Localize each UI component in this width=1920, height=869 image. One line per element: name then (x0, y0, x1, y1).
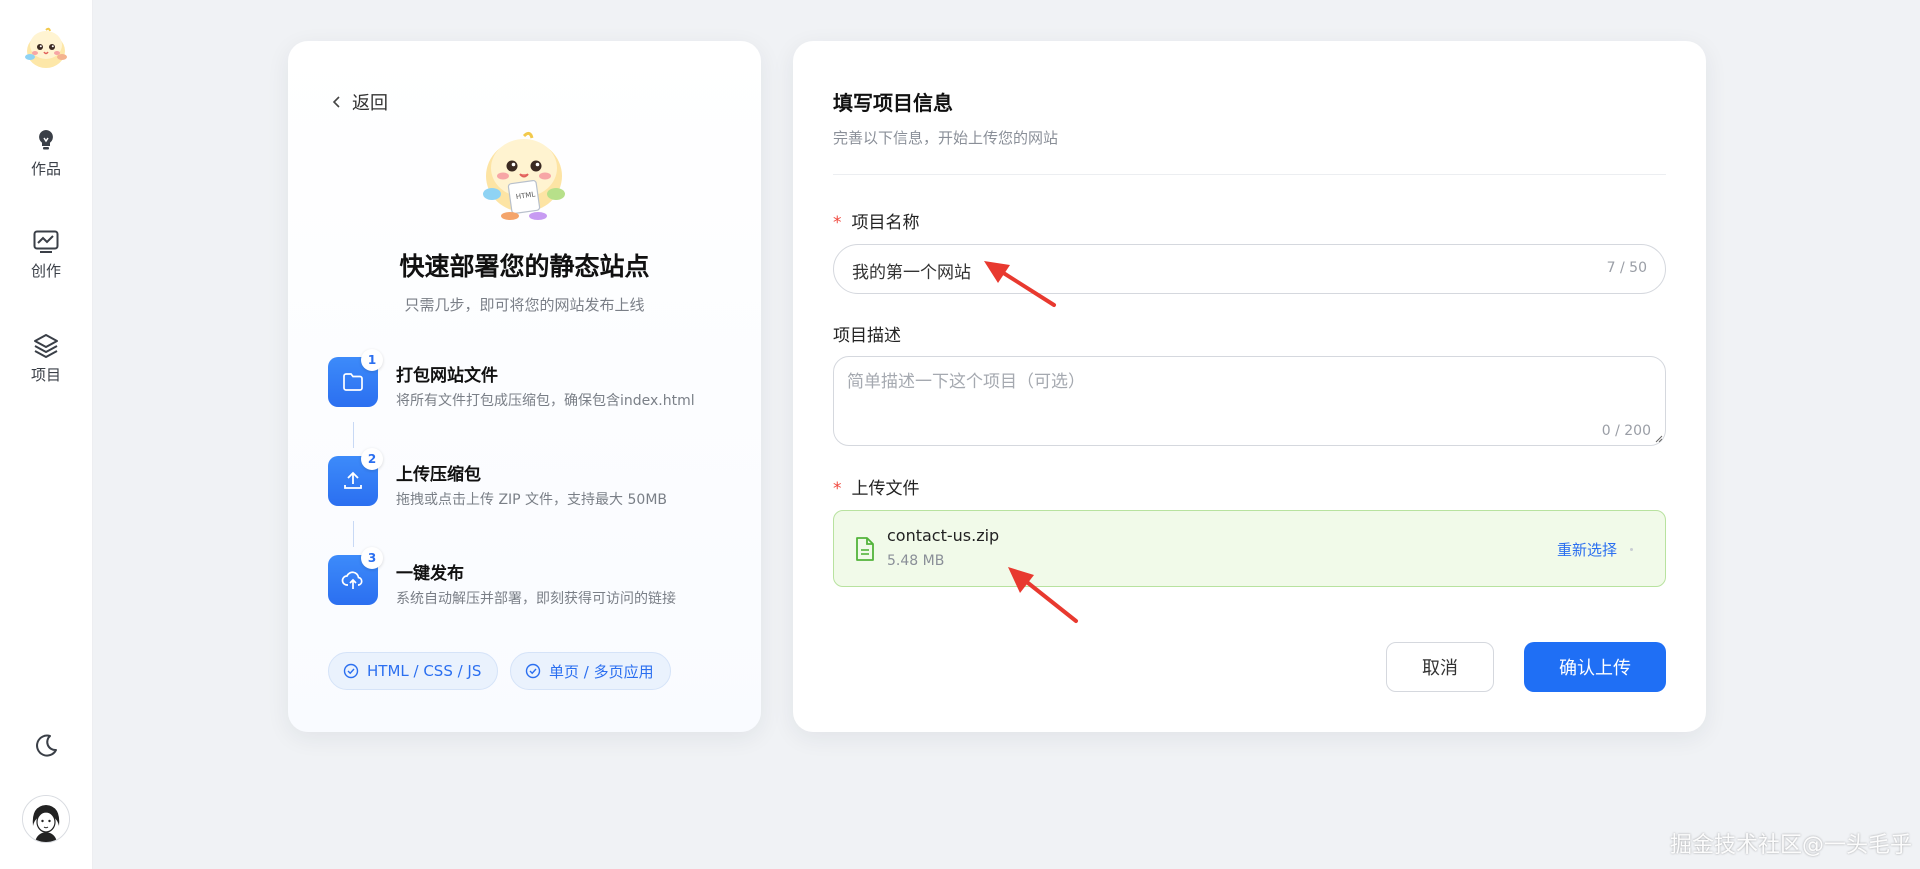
moon-icon[interactable] (33, 733, 59, 759)
step-title: 上传压缩包 (396, 465, 481, 485)
step-3: 3 一键发布 系统自动解压并部署，即刻获得可访问的链接 (328, 547, 748, 615)
annotation-arrow-icon (1008, 567, 1078, 623)
check-circle-icon (343, 663, 359, 679)
project-form-card: 填写项目信息 完善以下信息，开始上传您的网站 * 项目名称 我的第一个网站 7 /… (793, 41, 1706, 732)
description-placeholder: 简单描述一下这个项目（可选） (847, 372, 1085, 392)
sidebar-item-label: 创作 (30, 262, 61, 280)
file-document-icon (856, 537, 874, 561)
divider (833, 174, 1666, 175)
feature-tag: 单页 / 多页应用 (510, 652, 671, 690)
intro-subtitle: 只需几步，即可将您的网站发布上线 (404, 296, 645, 314)
avatar[interactable] (22, 795, 70, 843)
confirm-upload-button[interactable]: 确认上传 (1524, 642, 1666, 692)
sidebar-item-works[interactable]: 作品 (0, 118, 92, 188)
intro-card: 返回 HTML 快速部署您的静态站点 只需几步，即可将您的网站发布上线 1 打包… (288, 41, 761, 732)
feature-tag-label: HTML / CSS / JS (367, 662, 482, 680)
step-number: 3 (361, 547, 383, 569)
layers-icon (33, 333, 59, 359)
feature-tag-label: 单页 / 多页应用 (549, 662, 654, 681)
form-title: 填写项目信息 (833, 91, 953, 115)
watermark: 掘金技术社区@一头毛乎 (1669, 833, 1912, 858)
back-button[interactable]: 返回 (330, 89, 388, 115)
form-subtitle: 完善以下信息，开始上传您的网站 (833, 129, 1059, 147)
logo-mascot[interactable] (22, 24, 70, 72)
annotation-arrow-icon (984, 261, 1056, 307)
description-counter: 0 / 200 (1601, 423, 1651, 439)
file-name: contact-us.zip (887, 526, 1000, 545)
step-number: 1 (361, 349, 383, 371)
step-1: 1 打包网站文件 将所有文件打包成压缩包，确保包含index.html (328, 349, 748, 417)
sidebar: 作品 创作 项目 (0, 0, 93, 869)
mascot-illustration: HTML (476, 126, 572, 222)
reselect-file-button[interactable]: 重新选择 (1557, 539, 1617, 560)
step-title: 一键发布 (396, 564, 464, 584)
feature-tag: HTML / CSS / JS (328, 652, 499, 690)
step-number: 2 (361, 448, 383, 470)
step-2: 2 上传压缩包 拖拽或点击上传 ZIP 文件，支持最大 50MB (328, 448, 748, 516)
sidebar-item-label: 项目 (30, 366, 61, 384)
sidebar-item-projects[interactable]: 项目 (0, 324, 92, 394)
step-title: 打包网站文件 (396, 366, 498, 386)
step-connector (353, 422, 354, 448)
sidebar-item-create[interactable]: 创作 (0, 220, 92, 290)
uploaded-file-card: contact-us.zip 5.48 MB 重新选择 (833, 510, 1666, 587)
required-asterisk: * (833, 213, 842, 233)
intro-title: 快速部署您的静态站点 (399, 252, 650, 281)
chevron-left-icon (332, 96, 340, 108)
required-asterisk: * (833, 479, 842, 499)
project-description-label: 项目描述 (833, 326, 901, 346)
file-size: 5.48 MB (887, 553, 945, 569)
resize-grip-icon[interactable] (1655, 435, 1663, 443)
cancel-button[interactable]: 取消 (1386, 642, 1494, 692)
upload-file-label: * 上传文件 (833, 479, 920, 499)
step-description: 将所有文件打包成压缩包，确保包含index.html (396, 393, 695, 409)
step-description: 拖拽或点击上传 ZIP 文件，支持最大 50MB (396, 492, 668, 508)
sidebar-item-label: 作品 (30, 160, 61, 178)
project-name-value: 我的第一个网站 (852, 263, 971, 283)
back-label: 返回 (352, 93, 388, 114)
chart-monitor-icon (33, 229, 59, 255)
project-name-input[interactable]: 我的第一个网站 7 / 50 (833, 244, 1666, 294)
project-name-label: * 项目名称 (833, 213, 920, 233)
project-name-counter: 7 / 50 (1606, 260, 1647, 276)
step-description: 系统自动解压并部署，即刻获得可访问的链接 (396, 591, 676, 607)
check-circle-icon (525, 663, 541, 679)
lightbulb-icon (33, 127, 59, 153)
step-connector (353, 521, 354, 547)
separator-dot (1630, 548, 1633, 551)
project-description-textarea[interactable]: 简单描述一下这个项目（可选） 0 / 200 (833, 356, 1666, 446)
